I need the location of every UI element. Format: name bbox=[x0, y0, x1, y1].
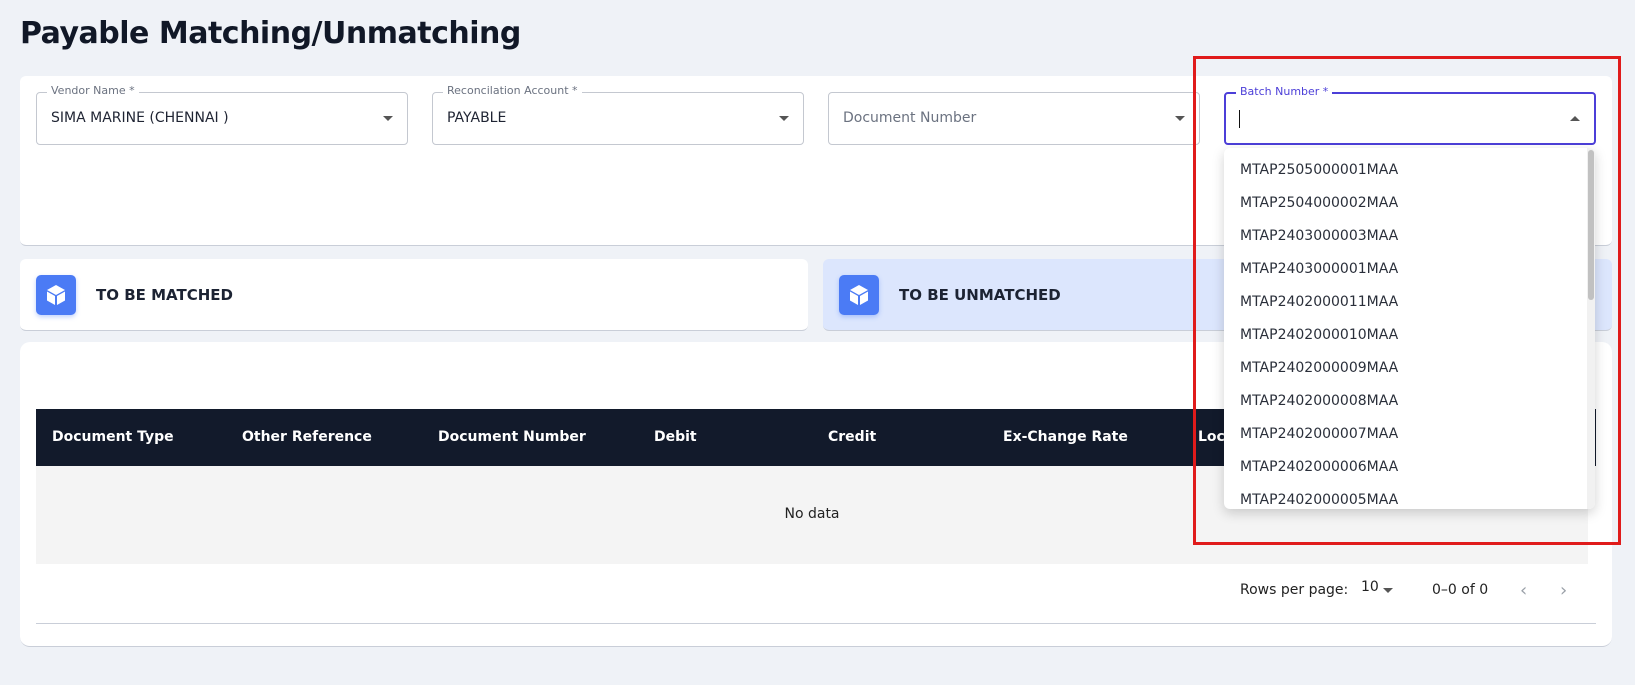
dropdown-option[interactable]: MTAP2402000007MAA bbox=[1240, 426, 1398, 442]
reconciliation-account-value: PAYABLE bbox=[447, 110, 507, 126]
chevron-up-icon[interactable] bbox=[1570, 116, 1580, 121]
batch-number-dropdown[interactable]: MTAP2505000001MAA MTAP2504000002MAA MTAP… bbox=[1224, 148, 1595, 509]
tab-label: TO BE UNMATCHED bbox=[899, 286, 1061, 304]
dropdown-option[interactable]: MTAP2505000001MAA bbox=[1240, 162, 1398, 178]
reconciliation-account-label: Reconcilation Account * bbox=[443, 84, 582, 97]
dropdown-option[interactable]: MTAP2402000005MAA bbox=[1240, 492, 1398, 508]
pagination-range: 0–0 of 0 bbox=[1432, 582, 1489, 598]
tab-to-be-matched[interactable]: TO BE MATCHED bbox=[20, 259, 808, 331]
batch-number-input[interactable]: Batch Number * bbox=[1224, 85, 1596, 145]
dropdown-scrollbar[interactable] bbox=[1587, 148, 1595, 509]
dropdown-option[interactable]: MTAP2504000002MAA bbox=[1240, 195, 1398, 211]
dropdown-option[interactable]: MTAP2403000001MAA bbox=[1240, 261, 1398, 277]
column-header[interactable]: Document Type bbox=[52, 429, 174, 445]
chevron-down-icon[interactable] bbox=[779, 116, 789, 121]
scrollbar-thumb[interactable] bbox=[1588, 150, 1594, 300]
dropdown-option[interactable]: MTAP2402000008MAA bbox=[1240, 393, 1398, 409]
vendor-name-select[interactable]: Vendor Name * SIMA MARINE (CHENNAI ) bbox=[36, 84, 408, 145]
rows-per-page-select[interactable]: 10 bbox=[1361, 579, 1379, 595]
batch-number-label: Batch Number * bbox=[1236, 85, 1333, 98]
rows-per-page-label: Rows per page: bbox=[1240, 582, 1349, 598]
column-header[interactable]: Other Reference bbox=[242, 429, 372, 445]
tab-label: TO BE MATCHED bbox=[96, 286, 233, 304]
column-header[interactable]: Debit bbox=[654, 429, 697, 445]
column-header[interactable]: Credit bbox=[828, 429, 876, 445]
text-caret bbox=[1239, 110, 1240, 128]
reconciliation-account-select[interactable]: Reconcilation Account * PAYABLE bbox=[432, 84, 804, 145]
document-number-select[interactable]: Document Number bbox=[828, 92, 1200, 145]
document-number-placeholder: Document Number bbox=[843, 110, 977, 126]
chevron-right-icon[interactable]: › bbox=[1560, 580, 1567, 601]
dropdown-option[interactable]: MTAP2402000011MAA bbox=[1240, 294, 1398, 310]
column-header[interactable]: Ex-Change Rate bbox=[1003, 429, 1128, 445]
dropdown-option[interactable]: MTAP2402000010MAA bbox=[1240, 327, 1398, 343]
chevron-down-icon[interactable] bbox=[383, 116, 393, 121]
dropdown-option[interactable]: MTAP2402000009MAA bbox=[1240, 360, 1398, 376]
column-header[interactable]: Document Number bbox=[438, 429, 586, 445]
vendor-name-label: Vendor Name * bbox=[47, 84, 139, 97]
box-icon bbox=[36, 275, 76, 315]
dropdown-option[interactable]: MTAP2403000003MAA bbox=[1240, 228, 1398, 244]
divider bbox=[36, 623, 1596, 624]
chevron-down-icon[interactable] bbox=[1175, 116, 1185, 121]
chevron-down-icon[interactable] bbox=[1383, 588, 1393, 593]
chevron-left-icon[interactable]: ‹ bbox=[1520, 580, 1527, 601]
vendor-name-value: SIMA MARINE (CHENNAI ) bbox=[51, 110, 229, 126]
page-title: Payable Matching/Unmatching bbox=[20, 16, 521, 51]
box-icon bbox=[839, 275, 879, 315]
dropdown-option[interactable]: MTAP2402000006MAA bbox=[1240, 459, 1398, 475]
